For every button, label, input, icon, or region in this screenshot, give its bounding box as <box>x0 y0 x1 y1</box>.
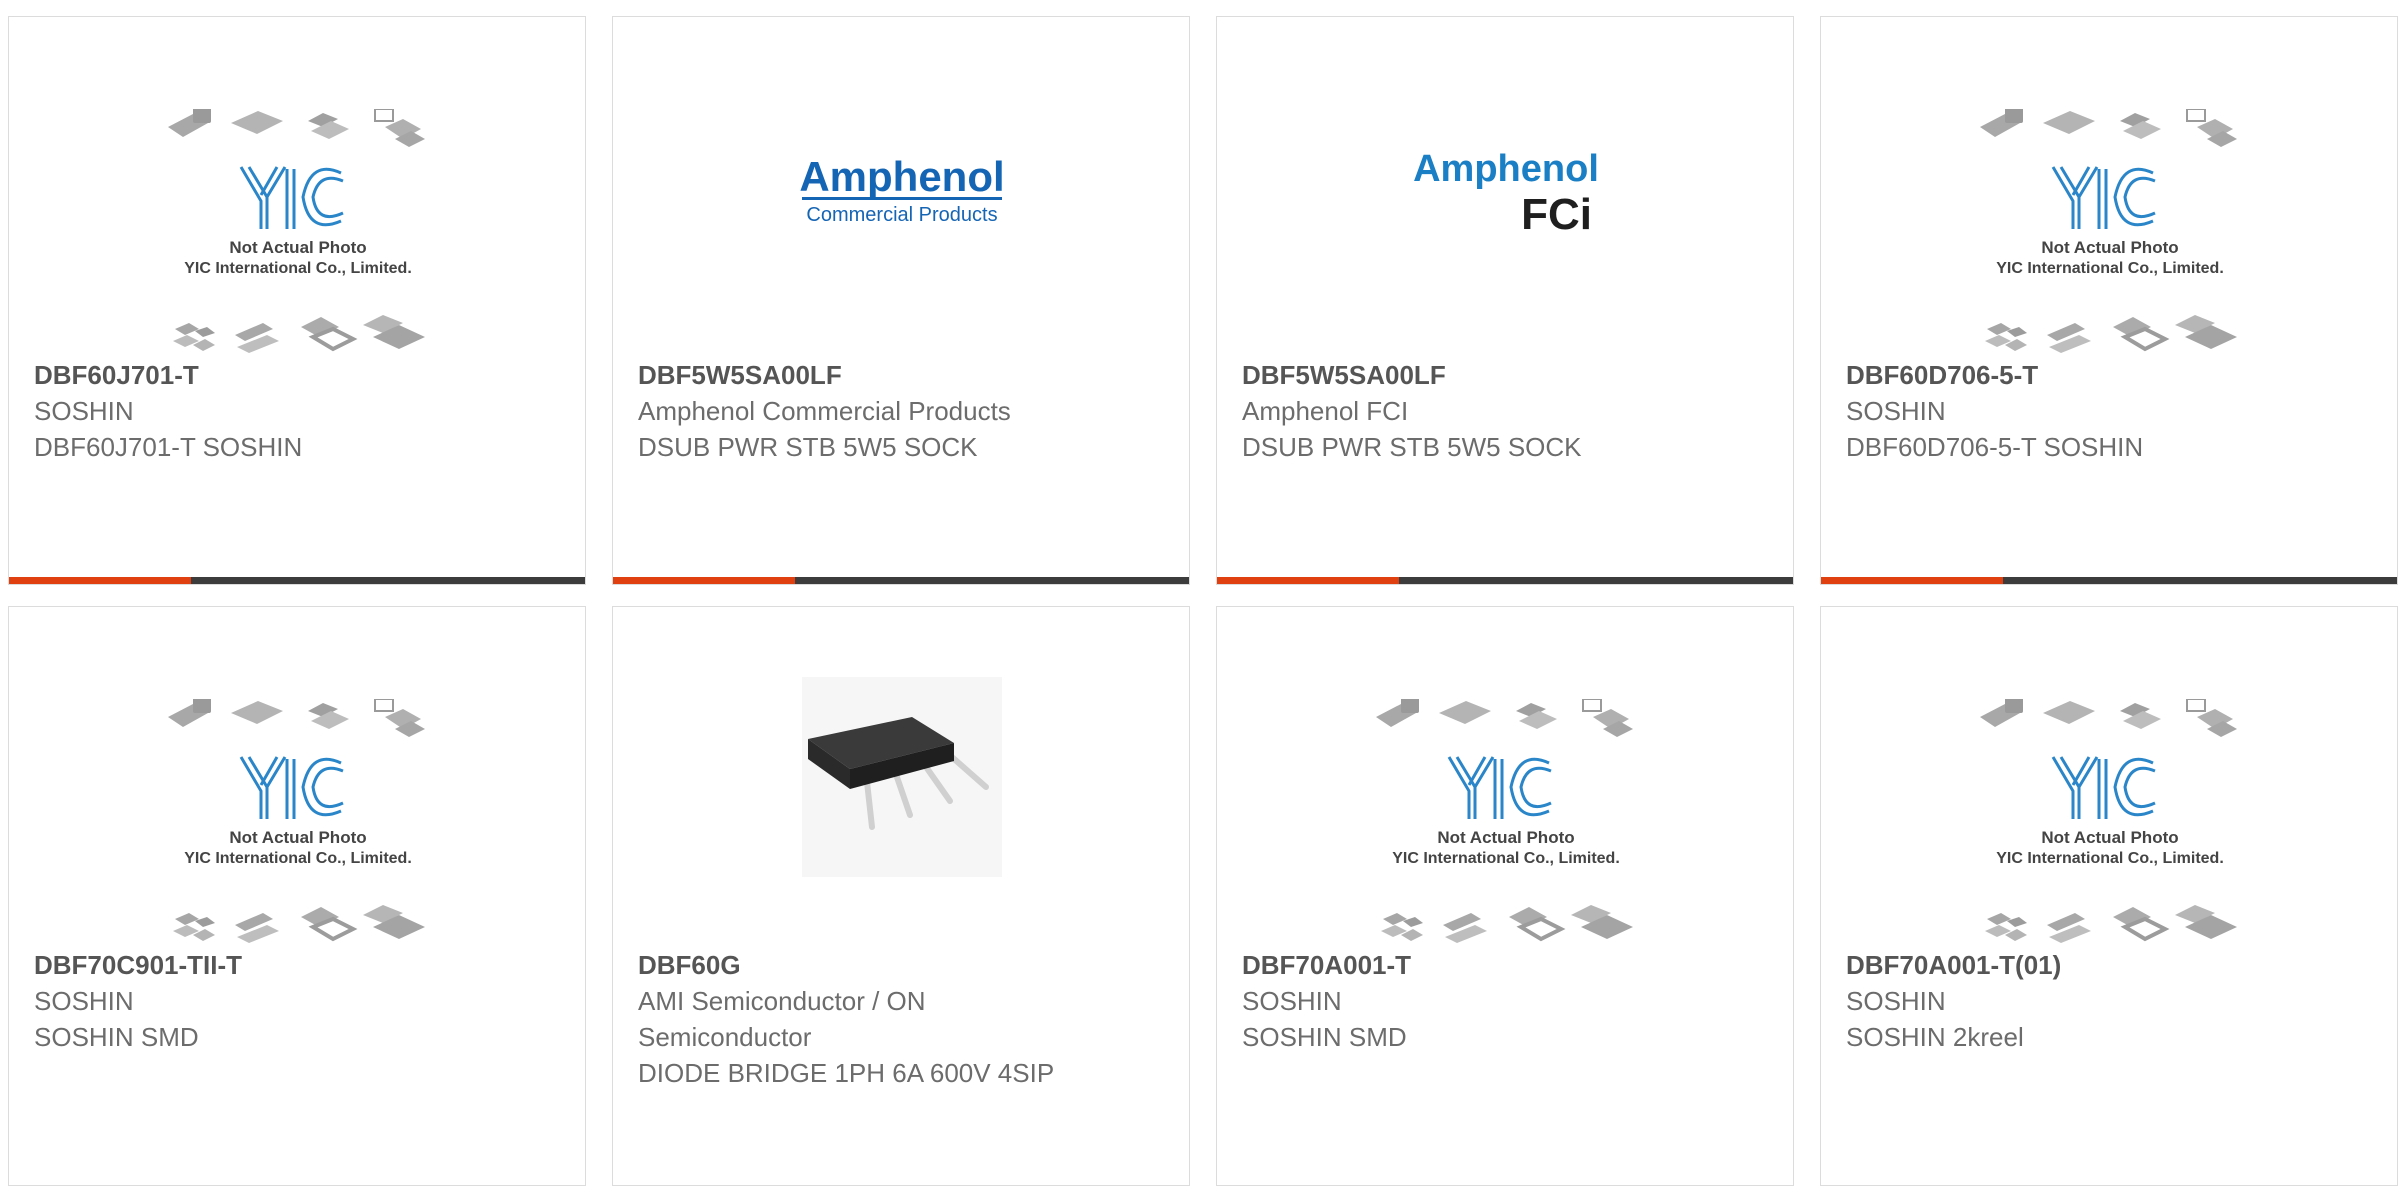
card-accent-bar <box>9 577 191 584</box>
yic-placeholder-image: Not Actual Photo YIC International Co., … <box>166 699 427 945</box>
amphenol-fci-logo: Amphenol FCi <box>1413 148 1599 239</box>
part-number-link[interactable]: DBF5W5SA00LF <box>638 357 1169 393</box>
manufacturer: SOSHIN <box>1242 986 1342 1016</box>
product-image-area: Not Actual Photo YIC International Co., … <box>9 17 585 357</box>
sip4-bridge-photo <box>802 677 1002 877</box>
manufacturer: SOSHIN <box>1846 986 1946 1016</box>
product-card[interactable]: Not Actual Photo YIC International Co., … <box>1820 606 2398 1186</box>
product-info: DBF60G AMI Semiconductor / ON Semiconduc… <box>638 947 1169 1091</box>
part-number-link[interactable]: DBF70A001-T(01) <box>1846 947 2377 983</box>
svg-text:Amphenol: Amphenol <box>799 153 1004 200</box>
yic-placeholder-image: Not Actual Photo YIC International Co., … <box>1978 699 2239 945</box>
product-card[interactable]: DBF60G AMI Semiconductor / ON Semiconduc… <box>612 606 1190 1186</box>
product-info: DBF5W5SA00LF Amphenol FCI DSUB PWR STB 5… <box>1242 357 1773 465</box>
product-info: DBF70C901-TII-T SOSHIN SOSHIN SMD <box>34 947 565 1055</box>
card-bottom-bar <box>1821 577 2397 584</box>
product-image-area: Not Actual Photo YIC International Co., … <box>9 607 585 947</box>
product-card[interactable]: Not Actual Photo YIC International Co., … <box>8 606 586 1186</box>
product-image-area <box>613 607 1189 947</box>
product-info: DBF60D706-5-T SOSHIN DBF60D706-5-T SOSHI… <box>1846 357 2377 465</box>
yic-placeholder-image: Not Actual Photo YIC International Co., … <box>1978 109 2239 355</box>
manufacturer: Amphenol FCI <box>1242 396 1409 426</box>
card-accent-bar <box>613 577 795 584</box>
product-card[interactable]: Amphenol FCi DBF5W5SA00LF Amphenol FCI D… <box>1216 16 1794 585</box>
product-info: DBF60J701-T SOSHIN DBF60J701-T SOSHIN <box>34 357 565 465</box>
manufacturer: Amphenol Commercial Products <box>638 396 1011 426</box>
svg-text:Not Actual Photo: Not Actual Photo <box>1437 828 1574 847</box>
svg-text:Not Actual Photo: Not Actual Photo <box>229 238 366 257</box>
svg-text:Amphenol: Amphenol <box>1413 148 1599 190</box>
product-image-area: Amphenol FCi <box>1217 17 1793 357</box>
svg-text:FCi: FCi <box>1521 190 1592 239</box>
amphenol-commercial-logo: Amphenol Commercial Products <box>799 153 1004 226</box>
description: SOSHIN SMD <box>1242 1022 1407 1052</box>
svg-text:YIC International Co., Limited: YIC International Co., Limited. <box>1996 260 2224 277</box>
product-image-area: Amphenol Commercial Products <box>613 17 1189 357</box>
product-info: DBF70A001-T(01) SOSHIN SOSHIN 2kreel <box>1846 947 2377 1055</box>
product-image-area: Not Actual Photo YIC International Co., … <box>1217 607 1793 947</box>
manufacturer: AMI Semiconductor / ON Semiconductor <box>638 986 926 1052</box>
part-number-link[interactable]: DBF60J701-T <box>34 357 565 393</box>
description: DBF60J701-T SOSHIN <box>34 432 303 462</box>
svg-text:Commercial Products: Commercial Products <box>806 204 997 226</box>
part-number-link[interactable]: DBF5W5SA00LF <box>1242 357 1773 393</box>
product-info: DBF70A001-T SOSHIN SOSHIN SMD <box>1242 947 1773 1055</box>
svg-text:YIC International Co., Limited: YIC International Co., Limited. <box>1392 850 1620 867</box>
part-number-link[interactable]: DBF60D706-5-T <box>1846 357 2377 393</box>
manufacturer: SOSHIN <box>34 986 134 1016</box>
description: DBF60D706-5-T SOSHIN <box>1846 432 2144 462</box>
yic-placeholder-image: Not Actual Photo YIC International Co., … <box>1374 699 1635 945</box>
svg-text:Not Actual Photo: Not Actual Photo <box>2041 828 2178 847</box>
part-number-link[interactable]: DBF70C901-TII-T <box>34 947 565 983</box>
part-number-link[interactable]: DBF70A001-T <box>1242 947 1773 983</box>
part-number-link[interactable]: DBF60G <box>638 947 1169 983</box>
svg-text:YIC International Co., Limited: YIC International Co., Limited. <box>1996 850 2224 867</box>
product-info: DBF5W5SA00LF Amphenol Commercial Product… <box>638 357 1169 465</box>
svg-text:YIC International Co., Limited: YIC International Co., Limited. <box>184 260 412 277</box>
product-grid: Not Actual Photo YIC International Co., … <box>0 0 2400 1186</box>
description: SOSHIN 2kreel <box>1846 1022 2024 1052</box>
product-image-area: Not Actual Photo YIC International Co., … <box>1821 17 2397 357</box>
manufacturer: SOSHIN <box>1846 396 1946 426</box>
description: DIODE BRIDGE 1PH 6A 600V 4SIP <box>638 1058 1055 1088</box>
product-card[interactable]: Amphenol Commercial Products DBF5W5SA00L… <box>612 16 1190 585</box>
card-bottom-bar <box>1217 577 1793 584</box>
product-card[interactable]: Not Actual Photo YIC International Co., … <box>1216 606 1794 1186</box>
product-image-area: Not Actual Photo YIC International Co., … <box>1821 607 2397 947</box>
card-accent-bar <box>1821 577 2003 584</box>
card-accent-bar <box>1217 577 1399 584</box>
svg-text:Not Actual Photo: Not Actual Photo <box>229 828 366 847</box>
product-card[interactable]: Not Actual Photo YIC International Co., … <box>8 16 586 585</box>
description: DSUB PWR STB 5W5 SOCK <box>638 432 978 462</box>
card-bottom-bar <box>9 577 585 584</box>
description: SOSHIN SMD <box>34 1022 199 1052</box>
manufacturer: SOSHIN <box>34 396 134 426</box>
yic-placeholder-image: Not Actual Photo YIC International Co., … <box>166 109 427 355</box>
product-card[interactable]: Not Actual Photo YIC International Co., … <box>1820 16 2398 585</box>
svg-text:YIC International Co., Limited: YIC International Co., Limited. <box>184 850 412 867</box>
svg-text:Not Actual Photo: Not Actual Photo <box>2041 238 2178 257</box>
card-bottom-bar <box>613 577 1189 584</box>
description: DSUB PWR STB 5W5 SOCK <box>1242 432 1582 462</box>
